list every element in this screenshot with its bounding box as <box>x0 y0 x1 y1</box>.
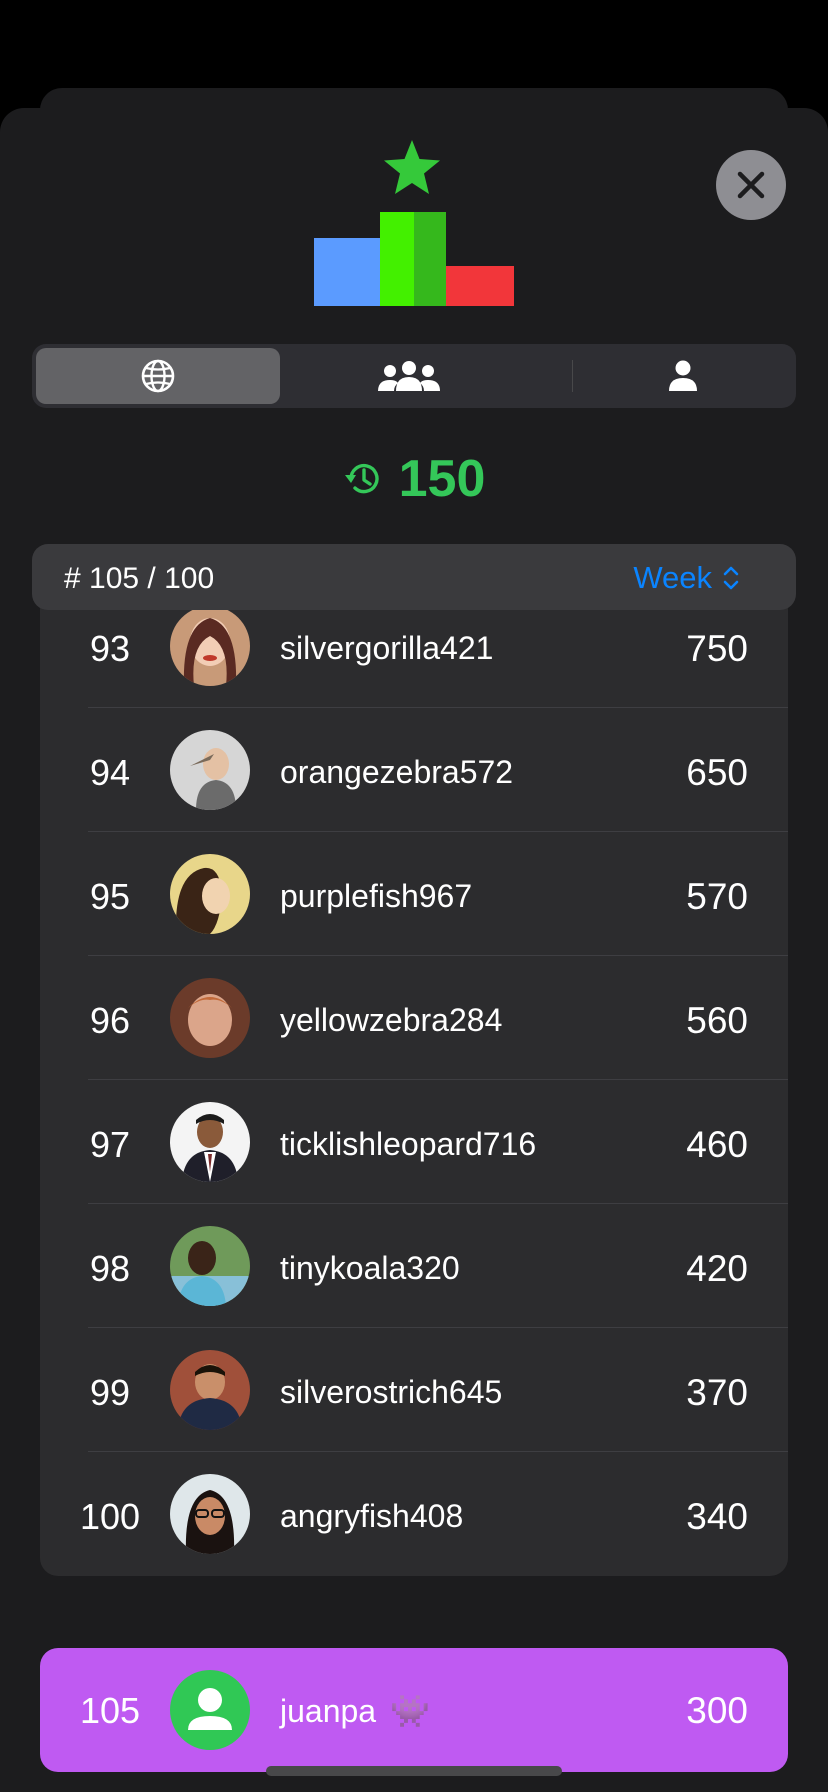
globe-icon <box>141 359 175 393</box>
row-rank: 96 <box>89 1000 131 1041</box>
row-username: ticklishleopard716 <box>280 1126 537 1162</box>
list-item[interactable]: 99 silverostrich645 370 <box>40 1328 788 1452</box>
row-score: 650 <box>686 752 748 793</box>
row-rank: 94 <box>89 752 131 793</box>
avatar <box>170 1670 250 1750</box>
row-username: silverostrich645 <box>280 1374 503 1410</box>
current-user-name-group: juanpa 👾 <box>280 1692 430 1730</box>
list-item[interactable]: 95 purplefish967 570 <box>40 832 788 956</box>
tab-friends[interactable] <box>284 348 534 404</box>
chevron-up-down-icon <box>723 566 739 590</box>
close-icon <box>737 171 765 199</box>
row-score: 560 <box>686 1000 748 1041</box>
person-icon <box>188 1688 232 1730</box>
tab-global[interactable] <box>36 348 280 404</box>
leaderboard-scope-tabs <box>32 344 796 408</box>
avatar <box>170 606 250 686</box>
tab-me[interactable] <box>574 348 792 404</box>
current-user-rank: 105 <box>79 1690 141 1731</box>
list-item[interactable]: 97 ticklishleopard716 460 <box>40 1080 788 1204</box>
leaderboard-podium-star-icon <box>314 140 514 306</box>
row-username: purplefish967 <box>280 878 473 914</box>
avatar <box>170 978 250 1058</box>
podium-bar-blue <box>314 238 380 306</box>
avatar <box>170 1102 250 1182</box>
avatar <box>170 854 250 934</box>
row-rank: 95 <box>89 876 131 917</box>
row-score: 340 <box>686 1496 748 1537</box>
row-username: orangezebra572 <box>280 754 514 790</box>
row-username: yellowzebra284 <box>280 1002 503 1038</box>
period-label: Week <box>633 560 712 595</box>
row-username: silvergorilla421 <box>280 630 494 666</box>
row-rank: 98 <box>89 1248 131 1289</box>
current-user-name: juanpa <box>280 1692 377 1729</box>
group-icon <box>378 361 440 391</box>
list-item[interactable]: 98 tinykoala320 420 <box>40 1204 788 1328</box>
podium-bar-green-highlight <box>380 212 414 306</box>
home-indicator[interactable] <box>266 1766 562 1776</box>
list-item[interactable]: 96 yellowzebra284 560 <box>40 956 788 1080</box>
person-icon <box>669 360 697 391</box>
row-username: tinykoala320 <box>280 1250 460 1286</box>
row-score: 460 <box>686 1124 748 1165</box>
alien-monster-icon: 👾 <box>390 1693 430 1729</box>
row-rank: 97 <box>89 1124 131 1165</box>
avatar <box>170 730 250 810</box>
star-icon <box>384 140 440 194</box>
period-picker[interactable]: Week <box>633 560 740 596</box>
avatar <box>170 1350 250 1430</box>
points-value: 150 <box>398 450 486 508</box>
row-score: 570 <box>686 876 748 917</box>
list-item[interactable]: 100 angryfish408 340 <box>40 1452 788 1576</box>
close-button[interactable] <box>716 150 786 220</box>
row-rank: 100 <box>79 1496 141 1537</box>
leaderboard-header: # 105 / 100 Week <box>32 544 796 610</box>
row-username: angryfish408 <box>280 1498 464 1534</box>
avatar <box>170 1226 250 1306</box>
list-item[interactable]: 94 orangezebra572 650 <box>40 708 788 832</box>
podium-bar-red <box>446 266 514 306</box>
row-rank: 93 <box>89 628 131 669</box>
current-user-score: 300 <box>686 1690 748 1731</box>
leaderboard-list[interactable]: 93 silvergorilla421 750 94 orangezebra57… <box>40 604 788 1576</box>
row-score: 420 <box>686 1248 748 1289</box>
points-display: 150 <box>0 444 828 514</box>
rank-info: # 105 / 100 <box>64 562 215 595</box>
row-score: 370 <box>686 1372 748 1413</box>
row-rank: 99 <box>89 1372 131 1413</box>
row-score: 750 <box>686 628 748 669</box>
avatar <box>170 1474 250 1554</box>
tab-divider <box>572 360 573 392</box>
current-user-row[interactable]: 105 juanpa 👾 300 <box>40 1648 788 1772</box>
history-clock-icon <box>344 463 379 494</box>
list-item[interactable]: 93 silvergorilla421 750 <box>40 604 788 708</box>
